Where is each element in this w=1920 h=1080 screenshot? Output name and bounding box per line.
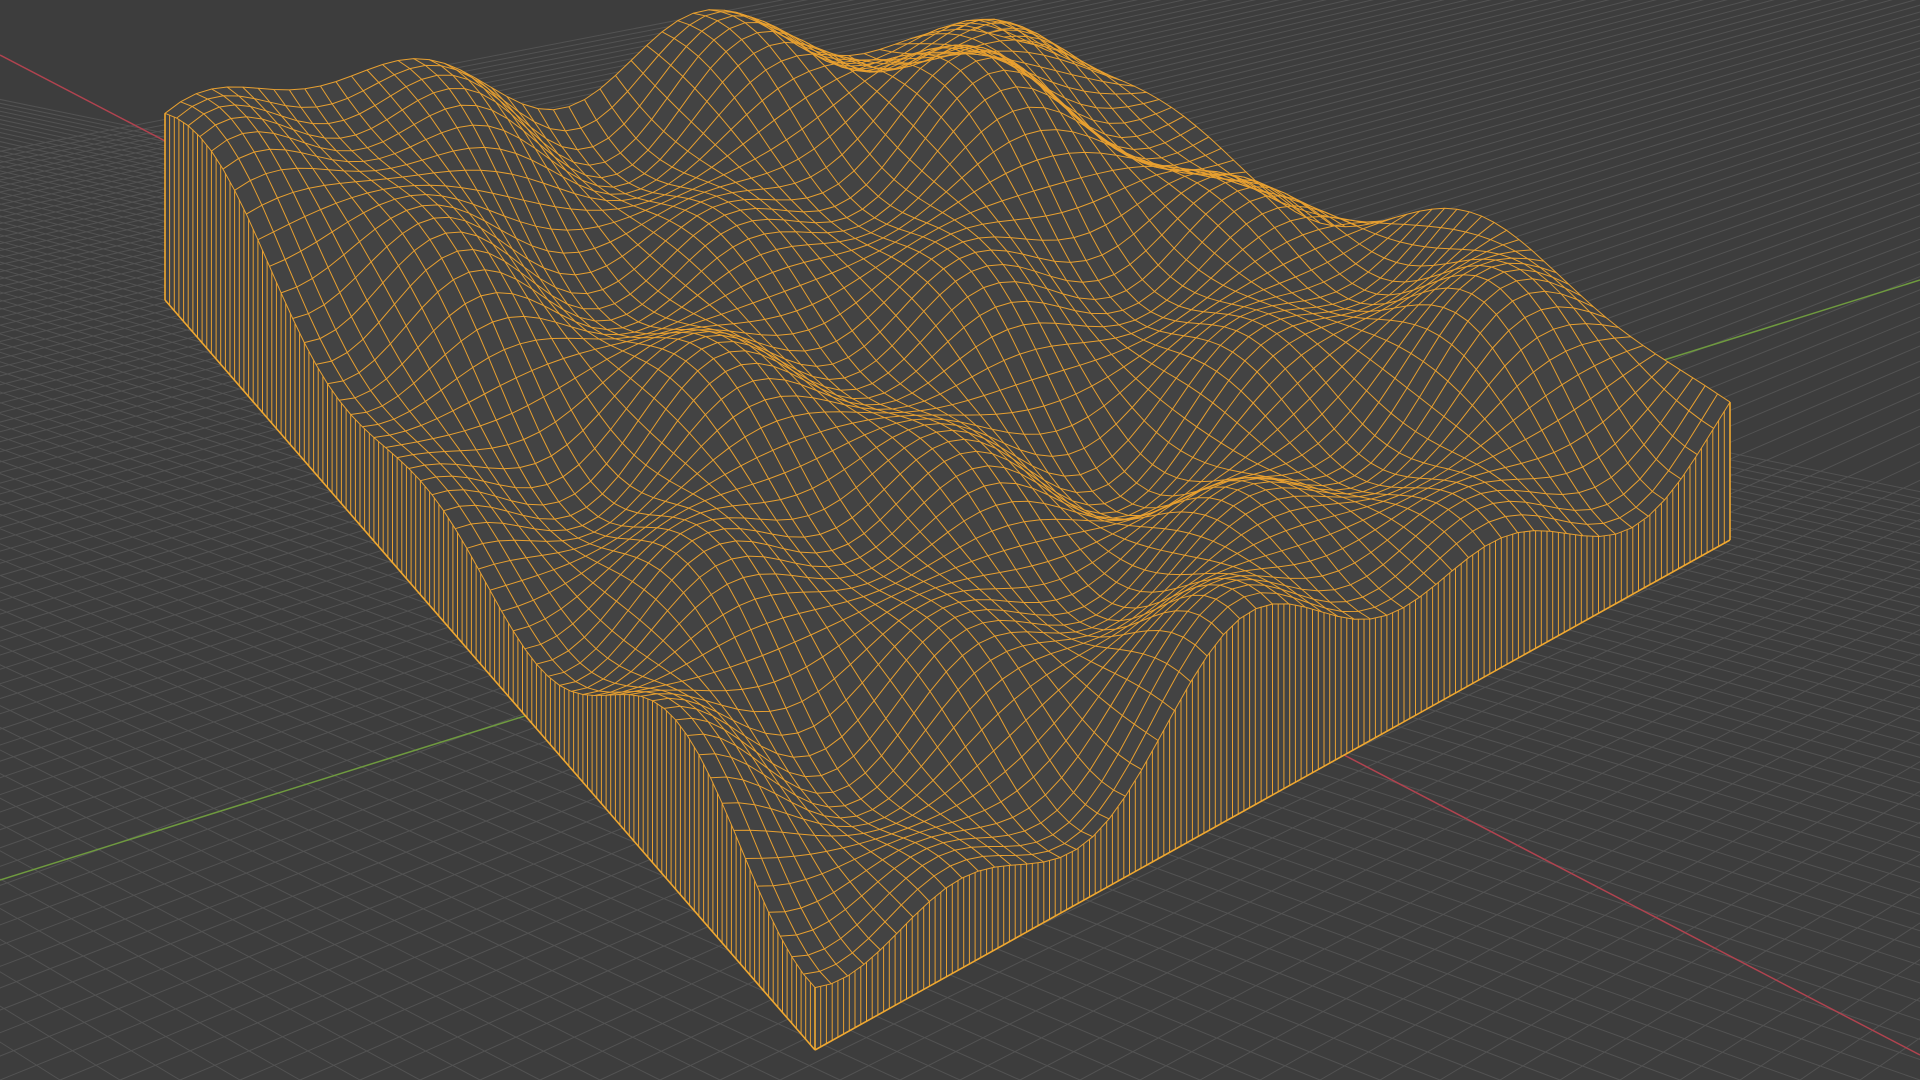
- viewport-canvas[interactable]: [0, 0, 1920, 1080]
- 3d-viewport[interactable]: [0, 0, 1920, 1080]
